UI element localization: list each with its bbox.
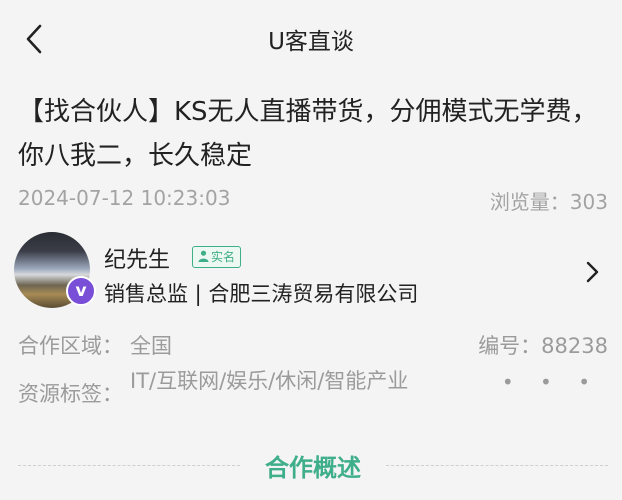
vip-badge-icon: v	[66, 276, 96, 306]
region-label: 合作区域：	[18, 334, 123, 358]
view-count: 浏览量：303	[489, 190, 608, 214]
tags-row: 资源标签： IT/互联网/娱乐/休闲/智能产业 • • •	[18, 366, 610, 436]
post-code: 编号：88238	[478, 334, 608, 358]
page-title: U客直谈	[268, 29, 354, 55]
person-icon	[198, 250, 209, 262]
user-name: 纪先生	[104, 248, 171, 273]
post-meta: 2024-07-12 10:23:03 浏览量：303	[18, 186, 608, 216]
region-row: 合作区域： 全国 编号：88238	[18, 330, 610, 362]
chevron-right-icon	[586, 261, 599, 283]
tags-label: 资源标签：	[18, 382, 123, 406]
verified-badge: 实名	[192, 246, 242, 268]
post-title: 【找合伙人】KS无人直播带货，分佣模式无学费，你八我二，长久稳定	[18, 97, 598, 171]
post-date: 2024-07-12 10:23:03	[18, 186, 231, 210]
tags-value: IT/互联网/娱乐/休闲/智能产业	[130, 369, 409, 393]
section-header: 合作概述	[18, 448, 608, 484]
region-value: 全国	[130, 334, 172, 358]
divider-right	[386, 465, 608, 466]
user-card[interactable]: v 纪先生 实名 销售总监 | 合肥三涛贸易有限公司	[14, 228, 610, 308]
top-bar: U客直谈	[0, 0, 622, 78]
verified-label: 实名	[211, 250, 236, 264]
more-button[interactable]: • • •	[502, 370, 600, 394]
user-role-company: 销售总监 | 合肥三涛贸易有限公司	[104, 282, 419, 306]
